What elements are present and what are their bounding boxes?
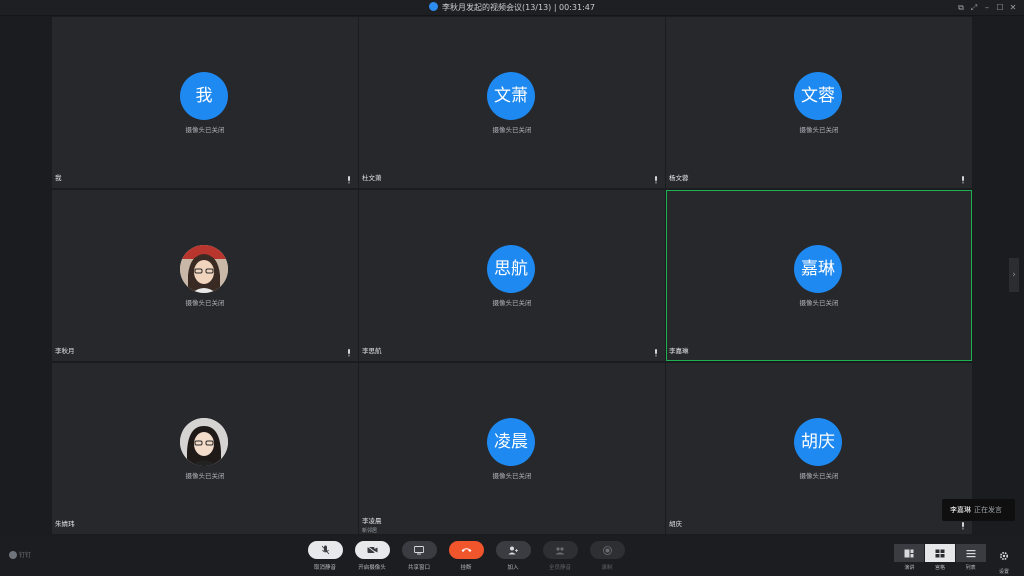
camera-off-text: 摄像头已关闭 (185, 472, 225, 480)
hang-up-button[interactable]: 挂断 (448, 541, 484, 571)
participant-name: 李凌晨 (362, 517, 382, 525)
avatar: 思航 (487, 245, 535, 293)
camera-off-text: 摄像头已关闭 (492, 126, 532, 134)
mic-muted-icon (321, 545, 329, 555)
participant-tile[interactable]: 思航 摄像头已关闭 李思航 (359, 190, 665, 361)
record-button[interactable]: 录制 (589, 541, 625, 571)
speaker-view-label: 演讲 (904, 565, 915, 571)
camera-on-button[interactable]: 开启摄像头 (354, 541, 390, 571)
join-button[interactable]: 加入 (495, 541, 531, 571)
minimize-icon[interactable]: – (982, 2, 992, 13)
pin-icon[interactable]: ⧉ (956, 2, 966, 13)
list-view-button[interactable] (956, 544, 986, 562)
mic-icon (655, 176, 657, 184)
speaking-text: 正在发言 (974, 506, 1002, 514)
avatar: 我 (180, 72, 228, 120)
maximize-icon[interactable]: ☐ (995, 2, 1005, 13)
video-grid: 我 摄像头已关闭 我 文萧 摄像头已关闭 杜文萧 文蓉 摄像头已关闭 杨文蓉 摄… (52, 17, 972, 535)
camera-off-icon (366, 546, 377, 554)
camera-off-text: 摄像头已关闭 (799, 472, 839, 480)
avatar: 凌晨 (487, 418, 535, 466)
list-layout-icon (966, 549, 976, 557)
mic-icon (348, 349, 350, 357)
mute-all-icon (555, 546, 565, 554)
camera-off-text: 摄像头已关闭 (492, 299, 532, 307)
mic-icon (962, 176, 964, 184)
mute-all-button[interactable]: 全员静音 (542, 541, 578, 571)
avatar: 文萧 (487, 72, 535, 120)
gear-icon (999, 551, 1009, 561)
screen-share-icon (414, 545, 424, 554)
app-icon (428, 2, 438, 11)
brand: 钉钉 (9, 550, 31, 559)
participant-name: 李秋月 (55, 347, 75, 355)
participant-tile[interactable]: 文萧 摄像头已关闭 杜文萧 (359, 17, 665, 188)
window-title: 李秋月发起的视频会议(13/13) | 00:31:47 (0, 2, 1024, 14)
camera-off-text: 摄像头已关闭 (185, 126, 225, 134)
gallery-view-label: 宫格 (935, 565, 946, 571)
mic-icon (655, 349, 657, 357)
participant-tile[interactable]: 摄像头已关闭 李秋月 (52, 190, 358, 361)
participant-name: 杨文蓉 (669, 174, 689, 182)
mic-icon (962, 522, 964, 530)
gallery-view-button[interactable] (925, 544, 955, 562)
participant-name: 胡庆 (669, 520, 682, 528)
participant-name: 朱婧玮 (55, 520, 75, 528)
share-window-button[interactable]: 共享窗口 (401, 541, 437, 571)
meeting-toolbar: 钉钉 取消静音 开启摄像头 共享窗口 挂断 加入 全员静音 录制 (0, 536, 1024, 576)
participant-tile[interactable]: 凌晨 摄像头已关闭 李凌晨 新邻居 (359, 363, 665, 534)
camera-off-text: 摄像头已关闭 (799, 299, 839, 307)
avatar-photo (180, 245, 228, 293)
participant-name: 李嘉琳 (669, 347, 689, 355)
close-icon[interactable]: ✕ (1008, 2, 1018, 13)
speaker-name: 李嘉琳 (950, 506, 971, 514)
participant-tile[interactable]: 我 摄像头已关闭 我 (52, 17, 358, 188)
participant-name: 杜文萧 (362, 174, 382, 182)
avatar: 胡庆 (794, 418, 842, 466)
camera-off-text: 摄像头已关闭 (799, 126, 839, 134)
record-icon (602, 545, 612, 555)
avatar-photo (180, 418, 228, 466)
participant-tile[interactable]: 文蓉 摄像头已关闭 杨文蓉 (666, 17, 972, 188)
speaking-indicator: 李嘉琳 正在发言 (942, 499, 1015, 521)
portrait-image (180, 418, 228, 466)
avatar: 嘉琳 (794, 245, 842, 293)
participant-name: 我 (55, 174, 62, 182)
participant-tile[interactable]: 胡庆 摄像头已关闭 胡庆 (666, 363, 972, 534)
view-switcher (894, 544, 986, 562)
participant-name: 李思航 (362, 347, 382, 355)
add-person-icon (508, 546, 518, 554)
camera-off-text: 摄像头已关闭 (492, 472, 532, 480)
unmute-button[interactable]: 取消静音 (307, 541, 343, 571)
next-page-arrow[interactable]: › (1009, 258, 1019, 292)
settings-button[interactable]: 设置 (996, 546, 1012, 575)
mic-icon (348, 176, 350, 184)
portrait-image (180, 245, 228, 293)
participant-tile-active-speaker[interactable]: 嘉琳 摄像头已关闭 李嘉琳 (666, 190, 972, 361)
avatar: 文蓉 (794, 72, 842, 120)
camera-off-text: 摄像头已关闭 (185, 299, 225, 307)
fullscreen-icon[interactable]: ⤢ (969, 2, 979, 13)
participant-subtitle: 新邻居 (362, 528, 378, 534)
title-bar: 李秋月发起的视频会议(13/13) | 00:31:47 ⧉ ⤢ – ☐ ✕ (0, 0, 1024, 16)
speaker-layout-icon (904, 549, 914, 557)
settings-label: 设置 (998, 569, 1009, 575)
dingtalk-logo-icon (9, 551, 17, 559)
view-labels: 演讲 宫格 列表 (894, 564, 986, 571)
participant-tile[interactable]: 摄像头已关闭 朱婧玮 (52, 363, 358, 534)
speaker-view-button[interactable] (894, 544, 924, 562)
grid-layout-icon (935, 549, 945, 557)
phone-hangup-icon (461, 548, 471, 552)
list-view-label: 列表 (965, 565, 976, 571)
